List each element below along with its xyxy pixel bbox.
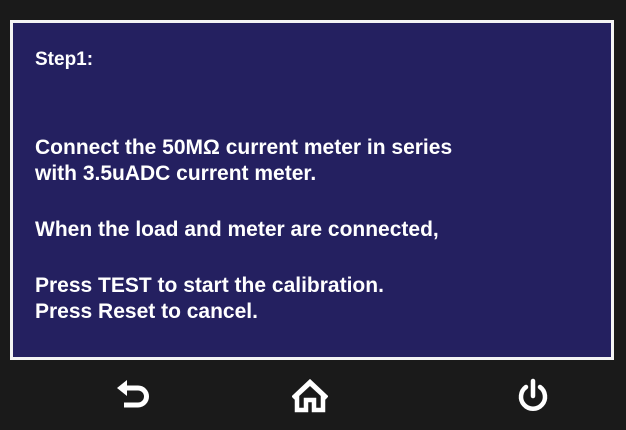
instruction-line-test: Press TEST to start the calibration. <box>35 274 384 297</box>
back-button[interactable] <box>104 376 164 416</box>
home-icon <box>292 379 328 413</box>
instruction-line-connect: Connect the 50MΩ current meter in series <box>35 136 453 159</box>
back-arrow-icon <box>117 380 149 408</box>
instruction-panel: Step1: Connect the 50MΩ current meter in… <box>10 20 614 360</box>
bottom-toolbar <box>0 362 626 430</box>
instruction-line-meter: with 3.5uADC current meter. <box>35 162 317 185</box>
instruction-line-connected: When the load and meter are connected, <box>35 218 439 241</box>
instruction-line-reset: Press Reset to cancel. <box>35 300 258 323</box>
home-button[interactable] <box>280 376 340 416</box>
power-button[interactable] <box>503 376 563 416</box>
calibration-screen: Step1: Connect the 50MΩ current meter in… <box>0 0 626 430</box>
power-icon <box>518 378 548 411</box>
step-label: Step1: <box>35 49 94 70</box>
